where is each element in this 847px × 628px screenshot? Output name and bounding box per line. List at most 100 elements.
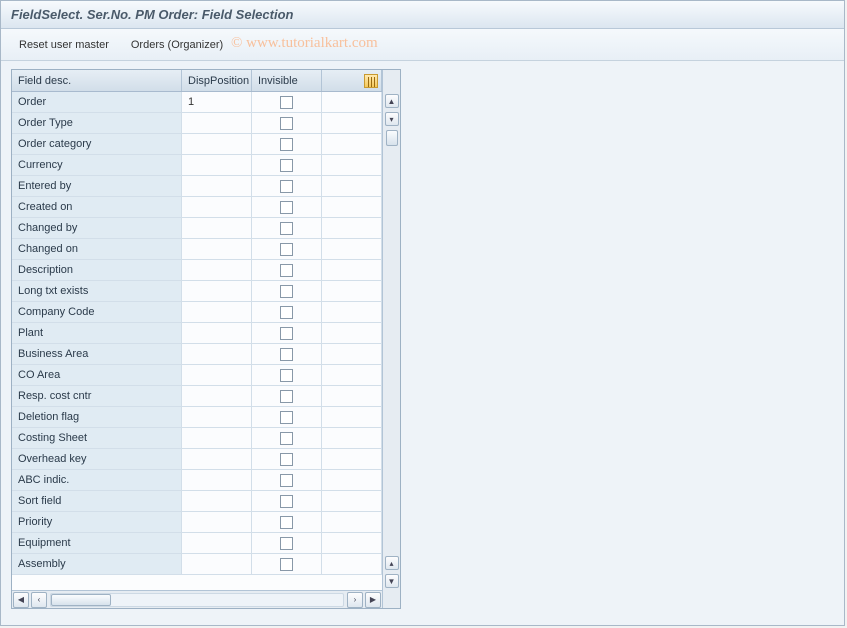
scroll-down-end-button[interactable]: ▼ xyxy=(385,574,399,588)
disp-position-cell[interactable] xyxy=(182,344,252,364)
invisible-cell xyxy=(252,92,322,112)
disp-position-cell[interactable] xyxy=(182,176,252,196)
disp-position-cell[interactable] xyxy=(182,449,252,469)
invisible-checkbox[interactable] xyxy=(280,474,293,487)
field-desc-cell[interactable]: ABC indic. xyxy=(12,470,182,490)
hscroll-track[interactable] xyxy=(50,593,344,607)
field-desc-cell[interactable]: Company Code xyxy=(12,302,182,322)
disp-position-cell[interactable] xyxy=(182,554,252,574)
table-row: Order Type xyxy=(12,113,382,134)
table-row: Long txt exists xyxy=(12,281,382,302)
field-desc-cell[interactable]: Deletion flag xyxy=(12,407,182,427)
field-desc-cell[interactable]: Plant xyxy=(12,323,182,343)
field-desc-cell[interactable]: Resp. cost cntr xyxy=(12,386,182,406)
table-row: Order1 xyxy=(12,92,382,113)
field-desc-cell[interactable]: Overhead key xyxy=(12,449,182,469)
field-desc-cell[interactable]: Changed on xyxy=(12,239,182,259)
invisible-cell xyxy=(252,449,322,469)
field-desc-cell[interactable]: Order xyxy=(12,92,182,112)
disp-position-cell[interactable] xyxy=(182,491,252,511)
invisible-checkbox[interactable] xyxy=(280,201,293,214)
invisible-cell xyxy=(252,113,322,133)
vscroll-thumb[interactable] xyxy=(386,130,398,146)
disp-position-cell[interactable] xyxy=(182,512,252,532)
disp-position-cell[interactable]: 1 xyxy=(182,92,252,112)
table-settings-icon[interactable] xyxy=(364,74,378,88)
invisible-checkbox[interactable] xyxy=(280,327,293,340)
table-row: Currency xyxy=(12,155,382,176)
table-row: Overhead key xyxy=(12,449,382,470)
col-header-disp-position[interactable]: DispPosition xyxy=(182,70,252,91)
invisible-checkbox[interactable] xyxy=(280,117,293,130)
invisible-checkbox[interactable] xyxy=(280,243,293,256)
field-desc-cell[interactable]: Sort field xyxy=(12,491,182,511)
col-header-field-desc[interactable]: Field desc. xyxy=(12,70,182,91)
invisible-checkbox[interactable] xyxy=(280,432,293,445)
reset-user-master-button[interactable]: Reset user master xyxy=(11,35,117,55)
field-desc-cell[interactable]: Business Area xyxy=(12,344,182,364)
invisible-cell xyxy=(252,512,322,532)
invisible-checkbox[interactable] xyxy=(280,96,293,109)
orders-organizer-button[interactable]: Orders (Organizer) xyxy=(123,35,231,55)
invisible-checkbox[interactable] xyxy=(280,453,293,466)
field-desc-cell[interactable]: Costing Sheet xyxy=(12,428,182,448)
field-desc-cell[interactable]: Description xyxy=(12,260,182,280)
disp-position-cell[interactable] xyxy=(182,281,252,301)
invisible-checkbox[interactable] xyxy=(280,222,293,235)
invisible-checkbox[interactable] xyxy=(280,159,293,172)
disp-position-cell[interactable] xyxy=(182,407,252,427)
field-desc-cell[interactable]: Order category xyxy=(12,134,182,154)
invisible-checkbox[interactable] xyxy=(280,390,293,403)
disp-position-cell[interactable] xyxy=(182,134,252,154)
disp-position-cell[interactable] xyxy=(182,323,252,343)
field-desc-cell[interactable]: Long txt exists xyxy=(12,281,182,301)
field-desc-cell[interactable]: Assembly xyxy=(12,554,182,574)
disp-position-cell[interactable] xyxy=(182,470,252,490)
disp-position-cell[interactable] xyxy=(182,302,252,322)
disp-position-cell[interactable] xyxy=(182,113,252,133)
invisible-checkbox[interactable] xyxy=(280,369,293,382)
scroll-right-end-button[interactable]: ▶ xyxy=(365,592,381,608)
field-desc-cell[interactable]: CO Area xyxy=(12,365,182,385)
disp-position-cell[interactable] xyxy=(182,218,252,238)
invisible-checkbox[interactable] xyxy=(280,285,293,298)
invisible-checkbox[interactable] xyxy=(280,558,293,571)
field-selection-grid: Field desc. DispPosition Invisible Order… xyxy=(11,69,401,609)
invisible-checkbox[interactable] xyxy=(280,348,293,361)
invisible-checkbox[interactable] xyxy=(280,411,293,424)
disp-position-cell[interactable] xyxy=(182,428,252,448)
field-desc-cell[interactable]: Order Type xyxy=(12,113,182,133)
scroll-down-button[interactable]: ▴ xyxy=(385,556,399,570)
invisible-checkbox[interactable] xyxy=(280,180,293,193)
invisible-checkbox[interactable] xyxy=(280,537,293,550)
invisible-checkbox[interactable] xyxy=(280,495,293,508)
hscroll-thumb[interactable] xyxy=(51,594,111,606)
disp-position-cell[interactable] xyxy=(182,197,252,217)
field-desc-cell[interactable]: Currency xyxy=(12,155,182,175)
disp-position-cell[interactable] xyxy=(182,260,252,280)
table-row: Description xyxy=(12,260,382,281)
field-desc-cell[interactable]: Entered by xyxy=(12,176,182,196)
invisible-checkbox[interactable] xyxy=(280,306,293,319)
disp-position-cell[interactable] xyxy=(182,533,252,553)
disp-position-cell[interactable] xyxy=(182,155,252,175)
row-tail xyxy=(322,344,382,364)
scroll-left-button[interactable]: ‹ xyxy=(31,592,47,608)
disp-position-cell[interactable] xyxy=(182,239,252,259)
invisible-checkbox[interactable] xyxy=(280,264,293,277)
scroll-left-start-button[interactable]: ◀ xyxy=(13,592,29,608)
disp-position-cell[interactable] xyxy=(182,386,252,406)
col-header-invisible[interactable]: Invisible xyxy=(252,70,322,91)
field-desc-cell[interactable]: Equipment xyxy=(12,533,182,553)
field-desc-cell[interactable]: Changed by xyxy=(12,218,182,238)
scroll-right-button[interactable]: › xyxy=(347,592,363,608)
field-desc-cell[interactable]: Created on xyxy=(12,197,182,217)
row-tail xyxy=(322,197,382,217)
field-desc-cell[interactable]: Priority xyxy=(12,512,182,532)
scroll-up-start-button[interactable]: ▲ xyxy=(385,94,399,108)
invisible-checkbox[interactable] xyxy=(280,138,293,151)
disp-position-cell[interactable] xyxy=(182,365,252,385)
row-tail xyxy=(322,281,382,301)
invisible-checkbox[interactable] xyxy=(280,516,293,529)
scroll-up-button[interactable]: ▾ xyxy=(385,112,399,126)
